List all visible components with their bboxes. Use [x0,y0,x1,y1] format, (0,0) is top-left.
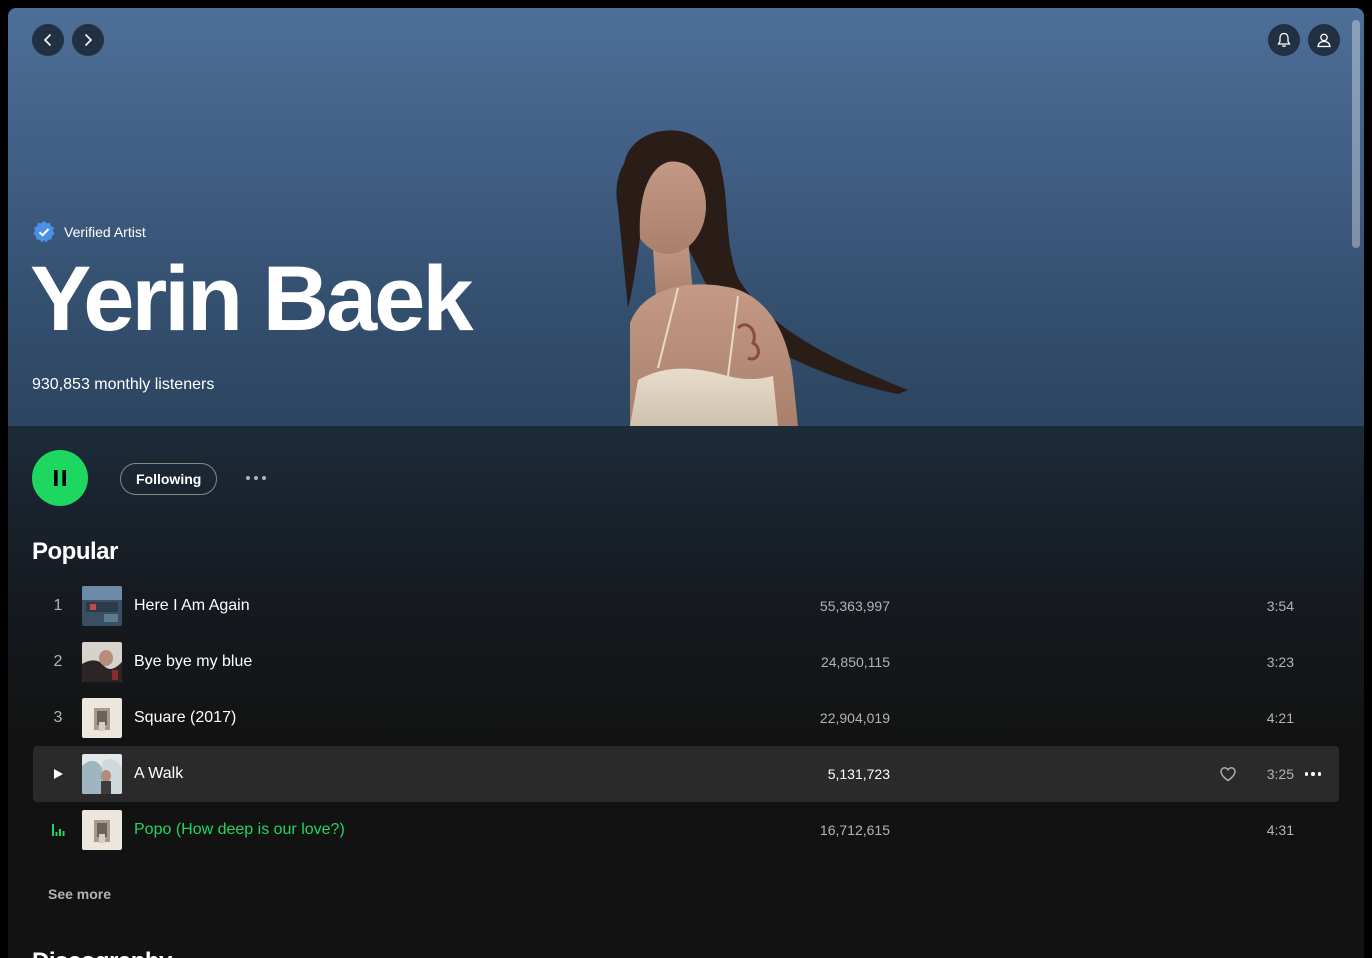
track-number: 1 [53,597,63,614]
app-window: Verified Artist Yerin Baek 930,853 month… [8,8,1364,958]
table-row[interactable]: Popo (How deep is our love?) 16,712,615 … [33,802,1339,858]
profile-button[interactable] [1308,24,1340,56]
table-row[interactable]: 3 Square (2017) 22,904,019 4:21 [33,690,1339,746]
artist-content: Following Popular 1 Here I Am Again 55,3… [8,426,1364,958]
chevron-right-icon [84,33,93,47]
verified-badge-icon [33,221,55,243]
track-plays: 55,363,997 [819,598,890,614]
track-title[interactable]: Popo (How deep is our love?) [134,802,345,858]
user-icon [1317,33,1331,48]
pause-icon [54,470,66,486]
track-cover [82,754,122,794]
chevron-left-icon [43,33,52,47]
track-duration: 3:25 [1266,766,1294,782]
scrollbar-thumb[interactable] [1352,20,1360,248]
ellipsis-icon [246,476,250,480]
track-cover [82,586,122,626]
equalizer-icon [52,824,65,836]
track-duration: 3:23 [1266,654,1294,670]
track-number: 3 [53,709,63,726]
ellipsis-icon [1304,772,1309,776]
now-playing-indicator [33,802,83,858]
heart-icon[interactable] [1219,765,1237,783]
track-title[interactable]: A Walk [134,746,183,802]
track-number: 2 [53,653,63,670]
track-title[interactable]: Bye bye my blue [134,634,252,690]
table-row[interactable]: 2 Bye bye my blue 24,850,115 3:23 [33,634,1339,690]
track-plays: 16,712,615 [819,822,890,838]
monthly-listeners: 930,853 monthly listeners [32,376,215,393]
track-cover [82,642,122,682]
popular-track-list: 1 Here I Am Again 55,363,997 3:54 2 Bye … [33,578,1339,858]
table-row[interactable]: 1 Here I Am Again 55,363,997 3:54 [33,578,1339,634]
track-plays: 22,904,019 [819,710,890,726]
track-title[interactable]: Square (2017) [134,690,236,746]
track-title[interactable]: Here I Am Again [134,578,250,634]
back-button[interactable] [32,24,64,56]
track-plays: 5,131,723 [827,766,890,782]
track-plays: 24,850,115 [820,654,890,670]
track-cover [82,698,122,738]
artist-photo [616,130,908,426]
following-button[interactable]: Following [120,463,218,495]
track-duration: 4:21 [1266,710,1294,726]
bell-icon [1277,32,1291,47]
see-more-button[interactable]: See more [48,886,111,902]
popular-title: Popular [32,538,118,565]
track-duration: 4:31 [1266,822,1294,838]
track-cover [82,810,122,850]
play-icon [54,769,63,779]
forward-button[interactable] [72,24,104,56]
track-duration: 3:54 [1266,598,1294,614]
discography-title: Discography [32,946,172,958]
pause-button[interactable] [32,450,88,506]
artist-hero: Verified Artist Yerin Baek 930,853 month… [8,8,1364,426]
row-play-button[interactable] [33,746,83,802]
more-options-button[interactable] [240,466,272,490]
artist-name: Yerin Baek [30,248,474,350]
verified-artist-label: Verified Artist [32,220,146,244]
verified-text: Verified Artist [64,224,146,240]
track-more-button[interactable] [1303,766,1323,782]
table-row[interactable]: A Walk 5,131,723 3:25 [33,746,1339,802]
notifications-button[interactable] [1268,24,1300,56]
